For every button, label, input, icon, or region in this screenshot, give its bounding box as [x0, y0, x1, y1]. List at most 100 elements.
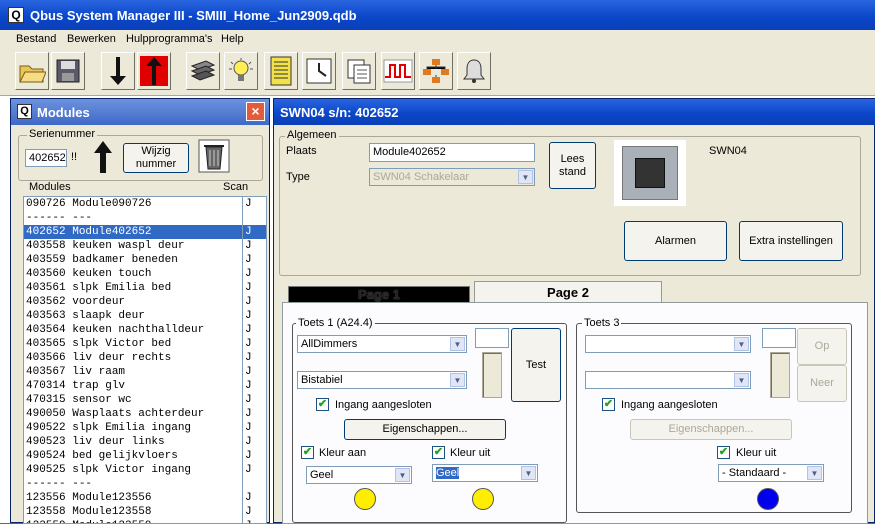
- list-item[interactable]: 123558 Module123558: [24, 505, 242, 519]
- kleur-uit-select[interactable]: Geel ▼: [432, 464, 538, 482]
- list-item[interactable]: 470314 trap glv: [24, 379, 242, 393]
- menu-help[interactable]: Help: [221, 33, 244, 45]
- toets1-mode-select[interactable]: Bistabiel ▼: [297, 371, 467, 389]
- toets3-kleur-uit-select[interactable]: - Standaard - ▼: [718, 464, 824, 482]
- save-disk-icon[interactable]: [51, 52, 85, 90]
- scan-flag[interactable]: J: [243, 267, 266, 281]
- scan-flag[interactable]: J: [243, 379, 266, 393]
- scan-flag[interactable]: [243, 477, 266, 491]
- list-item[interactable]: 490524 bed gelijkvloers: [24, 449, 242, 463]
- upload-arrow-icon[interactable]: [137, 52, 171, 90]
- scan-flag[interactable]: J: [243, 337, 266, 351]
- scan-flag[interactable]: J: [243, 519, 266, 523]
- toets1-properties-button[interactable]: Eigenschappen...: [344, 419, 506, 440]
- document-list-icon[interactable]: [264, 52, 298, 90]
- modules-icon[interactable]: [186, 52, 220, 90]
- list-item[interactable]: ------ ---: [24, 477, 242, 491]
- trash-icon[interactable]: [198, 139, 230, 176]
- list-item[interactable]: 402652 Module402652: [24, 225, 242, 239]
- neer-button[interactable]: Neer: [797, 365, 847, 402]
- open-folder-icon[interactable]: [15, 52, 49, 90]
- menu-bewerken[interactable]: Bewerken: [67, 33, 116, 45]
- scan-flag[interactable]: J: [243, 407, 266, 421]
- kleur-aan-checkbox[interactable]: ✔: [301, 446, 314, 459]
- list-item[interactable]: 123559 Module123559: [24, 519, 242, 523]
- scan-flag[interactable]: J: [243, 197, 266, 211]
- list-item[interactable]: ------ ---: [24, 211, 242, 225]
- toets3-ingang-checkbox[interactable]: ✔: [602, 398, 615, 411]
- pulse-signal-icon[interactable]: [381, 52, 415, 90]
- scan-flag[interactable]: [243, 211, 266, 225]
- scan-flag[interactable]: J: [243, 239, 266, 253]
- scan-flag[interactable]: J: [243, 505, 266, 519]
- scan-list[interactable]: JJJJJJJJJJJJJJJJJJJJJJ: [243, 196, 267, 524]
- plaats-input[interactable]: Module402652: [369, 143, 535, 162]
- list-item[interactable]: 403564 keuken nachthalldeur: [24, 323, 242, 337]
- list-item[interactable]: 403560 keuken touch: [24, 267, 242, 281]
- list-item[interactable]: 123556 Module123556: [24, 491, 242, 505]
- list-item[interactable]: 403561 slpk Emilia bed: [24, 281, 242, 295]
- list-item[interactable]: 490522 slpk Emilia ingang: [24, 421, 242, 435]
- list-item[interactable]: 490050 Wasplaats achterdeur: [24, 407, 242, 421]
- scan-flag[interactable]: J: [243, 351, 266, 365]
- close-icon[interactable]: ×: [246, 102, 265, 121]
- scan-flag[interactable]: J: [243, 463, 266, 477]
- list-item[interactable]: 403558 keuken waspl deur: [24, 239, 242, 253]
- list-item[interactable]: 470315 sensor wc: [24, 393, 242, 407]
- tab-page-2[interactable]: Page 2: [474, 281, 662, 304]
- list-item[interactable]: 490525 slpk Victor ingang: [24, 463, 242, 477]
- toets3-value-input[interactable]: [762, 328, 796, 348]
- list-item[interactable]: 403562 voordeur: [24, 295, 242, 309]
- list-item[interactable]: 090726 Module090726: [24, 197, 242, 211]
- toets3-kleur-uit-checkbox[interactable]: ✔: [717, 446, 730, 459]
- download-arrow-icon[interactable]: [101, 52, 135, 90]
- bell-icon[interactable]: [457, 52, 491, 90]
- scan-flag[interactable]: J: [243, 491, 266, 505]
- list-item[interactable]: 403566 liv deur rechts: [24, 351, 242, 365]
- lightbulb-icon[interactable]: [224, 52, 258, 90]
- list-item[interactable]: 403565 slpk Victor bed: [24, 337, 242, 351]
- menu-hulpprogrammas[interactable]: Hulpprogramma's: [126, 33, 212, 45]
- toets3-mode-select[interactable]: ▼: [585, 371, 751, 389]
- kleur-aan-select[interactable]: Geel ▼: [306, 466, 412, 484]
- scan-flag[interactable]: J: [243, 323, 266, 337]
- modules-title-bar[interactable]: Q Modules ×: [11, 99, 269, 125]
- scan-flag[interactable]: J: [243, 225, 266, 239]
- scan-flag[interactable]: J: [243, 421, 266, 435]
- serial-input[interactable]: 402652: [25, 149, 67, 167]
- change-number-button[interactable]: Wijzig nummer: [123, 143, 189, 173]
- tab-page-1[interactable]: Page 1: [288, 286, 470, 303]
- scan-flag[interactable]: J: [243, 295, 266, 309]
- type-select[interactable]: SWN04 Schakelaar ▼: [369, 168, 535, 186]
- main-title-bar[interactable]: Q Qbus System Manager III - SMIII_Home_J…: [0, 0, 875, 30]
- alarms-button[interactable]: Alarmen: [624, 221, 727, 261]
- scan-flag[interactable]: J: [243, 365, 266, 379]
- list-item[interactable]: 403567 liv raam: [24, 365, 242, 379]
- list-item[interactable]: 403563 slaapk deur: [24, 309, 242, 323]
- op-button[interactable]: Op: [797, 328, 847, 365]
- scan-flag[interactable]: J: [243, 253, 266, 267]
- extra-settings-button[interactable]: Extra instellingen: [739, 221, 843, 261]
- network-tree-icon[interactable]: [419, 52, 453, 90]
- scan-flag[interactable]: J: [243, 281, 266, 295]
- toets3-properties-button[interactable]: Eigenschappen...: [630, 419, 792, 440]
- scan-flag[interactable]: J: [243, 435, 266, 449]
- scan-flag[interactable]: J: [243, 449, 266, 463]
- menu-bestand[interactable]: Bestand: [16, 33, 56, 45]
- list-item[interactable]: 490523 liv deur links: [24, 435, 242, 449]
- read-state-button[interactable]: Lees stand: [549, 142, 596, 189]
- toets1-ingang-checkbox[interactable]: ✔: [316, 398, 329, 411]
- up-arrow-icon[interactable]: [90, 139, 116, 178]
- kleur-uit-checkbox[interactable]: ✔: [432, 446, 445, 459]
- test-button[interactable]: Test: [511, 328, 561, 402]
- toets3-action-select[interactable]: ▼: [585, 335, 751, 353]
- scan-flag[interactable]: J: [243, 393, 266, 407]
- files-icon[interactable]: [342, 52, 376, 90]
- clock-icon[interactable]: [302, 52, 336, 90]
- swn04-title-bar[interactable]: SWN04 s/n: 402652: [274, 99, 875, 125]
- toets1-value-input[interactable]: [475, 328, 509, 348]
- toets3-slider[interactable]: [770, 352, 790, 398]
- modules-list[interactable]: 090726 Module090726 ------ --- 402652 Modu…: [23, 196, 243, 524]
- scan-flag[interactable]: J: [243, 309, 266, 323]
- toets1-action-select[interactable]: AllDimmers ▼: [297, 335, 467, 353]
